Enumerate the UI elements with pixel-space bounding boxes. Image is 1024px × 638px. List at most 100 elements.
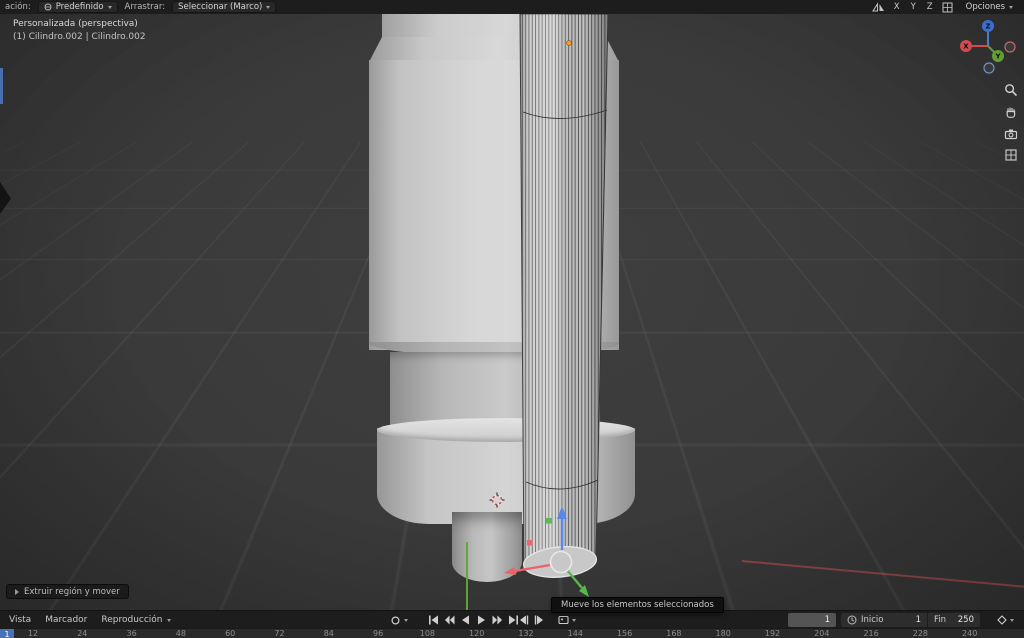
toolbar-edge-highlight [0, 68, 3, 104]
ruler-frame-label: 204 [814, 629, 830, 638]
snap-grid-icon[interactable] [942, 2, 953, 13]
timeline-ruler[interactable]: 12 24 36 48 60 72 84 96 108 120 132 144 156 168 180 192… [0, 628, 1024, 638]
orientation-globe-icon [44, 3, 52, 11]
header-right-group: X Y Z Opciones [871, 1, 1019, 13]
playhead-frame-label: 1 [4, 629, 10, 638]
chevron-down-icon [572, 618, 576, 622]
ruler-frame-label: 72 [274, 629, 285, 638]
prev-frame-button[interactable] [516, 613, 531, 627]
playhead[interactable]: 1 [0, 629, 14, 638]
ruler-frame-label: 108 [419, 629, 436, 638]
keying-popover[interactable] [994, 613, 1014, 627]
move-gizmo[interactable] [470, 484, 620, 610]
end-frame-field[interactable]: Fin 250 [928, 613, 980, 627]
ruler-frame-label: 144 [567, 629, 583, 638]
view-name-label: Personalizada (perspectiva) [13, 19, 138, 29]
menu-marcador[interactable]: Marcador [38, 611, 94, 629]
ruler-frame-label: 132 [518, 629, 534, 638]
chevron-down-icon [1010, 618, 1014, 622]
operator-panel-label: Extruir región y mover [24, 586, 120, 597]
menu-reproduccion[interactable]: Reproducción [94, 611, 177, 629]
playback-sync-dropdown[interactable] [556, 613, 576, 627]
navigation-gizmo[interactable]: Z X Y [956, 16, 1020, 80]
keyframe-diamond-icon [994, 613, 1009, 627]
record-circle-icon [391, 615, 400, 625]
grid-perspective-icon [1005, 149, 1017, 161]
start-value: 1 [915, 615, 921, 625]
end-label: Fin [934, 615, 947, 625]
gizmo-center-circle[interactable] [549, 550, 573, 574]
ruler-frame-label: 228 [912, 629, 929, 638]
ruler-frame-label: 96 [373, 629, 384, 638]
ruler-frame-label: 240 [962, 629, 978, 638]
prev-keyframe-button[interactable] [442, 613, 457, 627]
active-object-label: (1) Cilindro.002 | Cilindro.002 [13, 32, 146, 42]
gizmo-plane-handle-red[interactable] [527, 540, 533, 546]
operator-panel[interactable]: Extruir región y mover [6, 584, 129, 599]
chevron-down-icon [1009, 5, 1013, 9]
ruler-frame-label: 84 [323, 629, 334, 638]
editor-header: ación: Predefinido Arrastrar: Selecciona… [0, 0, 1024, 14]
ruler-frame-label: 156 [616, 629, 633, 638]
perspective-toggle-button[interactable] [1003, 147, 1019, 163]
tooltip: Mueve los elementos seleccionados [551, 597, 724, 613]
clock-icon [847, 615, 857, 625]
ruler-frame-label: 48 [175, 629, 186, 638]
options-label: Opciones [965, 2, 1005, 12]
mirror-icon[interactable] [871, 2, 885, 12]
object-origin-dot [566, 40, 572, 46]
timeline-menus: Vista Marcador Reproducción [2, 611, 178, 629]
ruler-frame-label: 120 [469, 629, 485, 638]
transform-preset-dropdown[interactable]: Predefinido [37, 1, 118, 13]
gizmo-x-arrowhead[interactable] [504, 567, 516, 575]
nav-z-label: Z [985, 23, 990, 31]
ruler-frame-label: 36 [126, 629, 137, 638]
play-reverse-button[interactable] [458, 613, 473, 627]
gizmo-y-axis[interactable] [566, 569, 583, 589]
ruler-frame-label: 192 [764, 629, 781, 638]
playback-controls [426, 613, 521, 627]
transform-orientation-label: ación: [5, 2, 31, 12]
select-mode-dropdown[interactable]: Seleccionar (Marco) [172, 1, 277, 13]
hand-icon [1006, 107, 1016, 118]
auto-key-button[interactable] [388, 613, 403, 627]
next-keyframe-button[interactable] [490, 613, 505, 627]
select-mode-label: Seleccionar (Marco) [178, 2, 263, 12]
end-value: 250 [957, 615, 974, 625]
expand-arrow-icon [15, 588, 19, 595]
menu-vista[interactable]: Vista [2, 611, 38, 629]
zoom-tool-button[interactable] [1003, 82, 1019, 98]
keying-set-chevron-icon[interactable] [404, 618, 408, 622]
chevron-down-icon [107, 5, 112, 9]
gizmo-x-axis[interactable] [514, 563, 551, 573]
camera-icon [1004, 129, 1018, 140]
nav-axis-z-negative[interactable] [983, 62, 995, 74]
gizmo-z-arrowhead[interactable] [557, 506, 567, 519]
header-left-group: ación: Predefinido Arrastrar: Selecciona… [5, 1, 277, 13]
y-axis-line [466, 542, 468, 610]
frame-step-controls [516, 613, 547, 627]
pan-tool-button[interactable] [1003, 104, 1019, 120]
start-frame-field[interactable]: Inicio 1 [841, 613, 927, 627]
viewport-3d[interactable]: Z X Y Personalizada (perspectiva) (1) Ci… [0, 14, 1024, 610]
camera-view-button[interactable] [1003, 126, 1019, 142]
ruler-frame-label: 216 [863, 629, 879, 638]
play-button[interactable] [474, 613, 489, 627]
nav-y-label: Y [994, 53, 1001, 61]
jump-to-start-button[interactable] [426, 613, 441, 627]
ruler-frame-label: 12 [27, 629, 39, 638]
ruler-frame-label: 180 [715, 629, 731, 638]
mirror-z-toggle[interactable]: Z [925, 2, 935, 12]
gizmo-plane-handle-green[interactable] [546, 518, 552, 524]
start-label: Inicio [861, 615, 884, 625]
frame-range-group: Inicio 1 Fin 250 [841, 613, 980, 627]
chevron-down-icon [166, 618, 171, 622]
ruler-frame-label: 60 [225, 629, 236, 638]
next-frame-button[interactable] [532, 613, 547, 627]
auto-key-cluster [388, 613, 408, 627]
options-dropdown[interactable]: Opciones [960, 1, 1019, 13]
current-frame-field[interactable]: 1 [788, 613, 836, 627]
mirror-y-toggle[interactable]: Y [909, 2, 918, 12]
nav-axis-x-negative[interactable] [1004, 41, 1016, 53]
mirror-x-toggle[interactable]: X [892, 2, 902, 12]
